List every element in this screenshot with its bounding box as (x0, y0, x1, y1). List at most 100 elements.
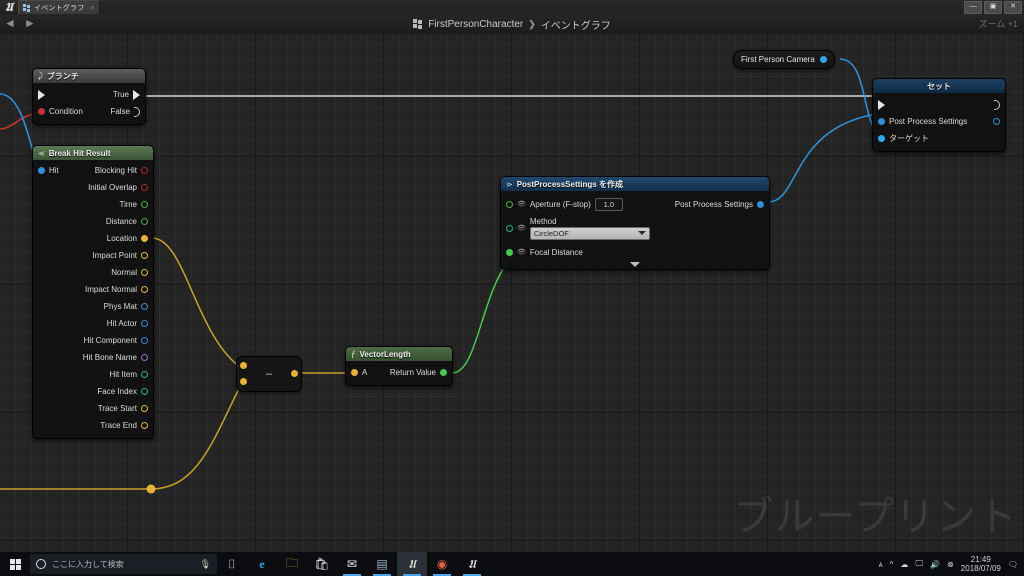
node-break-hit-result[interactable]: ⋖ Break Hit Result Hit Blocking Hit Init… (32, 145, 154, 439)
branch-true-label: True (112, 90, 129, 99)
set-target-input-pin[interactable] (878, 135, 885, 142)
eye-icon[interactable]: 👁 (517, 248, 526, 256)
edge-icon[interactable]: e (247, 552, 277, 576)
break-out-pin-5[interactable] (141, 252, 148, 259)
break-out-label-9: Hit Actor (106, 319, 137, 328)
task-view-icon[interactable]: ⌷ (217, 552, 247, 576)
node-make-post-process-settings[interactable]: ⋗ PostProcessSettings を作成 👁 Aperture (F-… (500, 176, 770, 270)
break-out-label-5: Impact Point (92, 251, 137, 260)
break-out-pin-0[interactable] (141, 167, 148, 174)
unreal-editor-icon[interactable]: 𝖀 (397, 552, 427, 576)
break-out-pin-2[interactable] (141, 201, 148, 208)
tray-icon-onedrive[interactable]: ☁ (900, 560, 908, 569)
windows-taskbar: ここに入力して検索 🎙 ⌷ e 🗀 🛍 ✉ ▤ 𝖀 ◉ 𝖀 ᴀ ^ ☁ 🖵 🔊 … (0, 552, 1024, 576)
maximize-button[interactable]: ▣ (984, 1, 1002, 14)
break-out-label-0: Blocking Hit (94, 166, 137, 175)
first-person-camera-label: First Person Camera (741, 55, 815, 64)
break-row-8: Phys Mat (33, 298, 153, 315)
node-branch[interactable]: ⤸ ブランチ True Condition False (32, 68, 146, 125)
method-dropdown[interactable]: CircleDOF (529, 226, 650, 240)
break-out-pin-3[interactable] (141, 218, 148, 225)
text-editor-icon[interactable]: ▤ (367, 552, 397, 576)
close-icon[interactable]: × (90, 5, 94, 12)
break-out-pin-10[interactable] (141, 337, 148, 344)
break-out-pin-13[interactable] (141, 388, 148, 395)
file-explorer-icon[interactable]: 🗀 (277, 552, 307, 576)
node-set[interactable]: セット Post Process Settings ターゲット (872, 78, 1006, 152)
vector-length-input-pin[interactable] (351, 369, 358, 376)
close-button[interactable]: ✕ (1004, 1, 1022, 14)
taskbar-app-icons: ⌷ e 🗀 🛍 ✉ ▤ 𝖀 ◉ 𝖀 (217, 552, 487, 576)
eye-icon[interactable]: 👁 (517, 200, 526, 208)
unreal-launcher-icon[interactable]: 𝖀 (457, 552, 487, 576)
subtract-input-b-pin[interactable] (240, 378, 247, 385)
tray-icon-people[interactable]: ᴀ (879, 560, 883, 569)
node-vector-length-header: ƒ VectorLength (346, 347, 452, 361)
microsoft-store-icon[interactable]: 🛍 (307, 552, 337, 576)
node-vector-length[interactable]: ƒ VectorLength A Return Value (345, 346, 453, 386)
focal-distance-pin[interactable] (506, 248, 513, 256)
break-out-pin-11[interactable] (141, 354, 148, 361)
break-out-pin-1[interactable] (141, 184, 148, 191)
set-exec-in-pin[interactable] (878, 99, 885, 110)
break-out-pin-15[interactable] (141, 422, 148, 429)
node-subtract[interactable]: – (236, 356, 302, 392)
microphone-icon[interactable]: 🎙 (200, 559, 211, 570)
tray-icon-security[interactable]: ⊗ (947, 560, 954, 569)
break-row-2: Time (33, 196, 153, 213)
taskbar-search-input[interactable]: ここに入力して検索 🎙 (30, 554, 217, 574)
start-button[interactable] (0, 552, 30, 576)
action-center-icon[interactable]: 🗨 (1008, 560, 1018, 569)
windows-logo-icon (9, 558, 21, 570)
expand-pins-button[interactable] (501, 261, 769, 267)
break-out-pin-12[interactable] (141, 371, 148, 378)
aperture-value-field[interactable]: 1.0 (594, 197, 623, 211)
exec-in-pin[interactable] (38, 89, 45, 100)
breadcrumb-root[interactable]: FirstPersonCharacter (428, 19, 523, 30)
node-branch-title: ブランチ (46, 71, 79, 81)
subtract-input-a-pin[interactable] (240, 362, 247, 369)
minimize-button[interactable]: — (964, 1, 982, 14)
function-icon: ƒ (351, 349, 356, 359)
node-branch-header: ⤸ ブランチ (33, 69, 145, 83)
title-tab-bar: 𝖀 イベントグラフ × — ▣ ✕ (0, 0, 1024, 15)
tray-icon-volume[interactable]: 🔊 (930, 560, 940, 569)
break-out-pin-8[interactable] (141, 303, 148, 310)
set-exec-out-pin[interactable] (994, 99, 1000, 110)
exec-out-true-pin[interactable] (133, 89, 140, 100)
break-out-label-12: Hit Item (109, 370, 137, 379)
first-person-camera-output-pin[interactable] (819, 56, 827, 63)
tab-event-graph[interactable]: イベントグラフ × (18, 0, 100, 15)
break-struct-icon: ⋖ (38, 148, 45, 158)
method-pin[interactable] (506, 224, 513, 232)
event-graph-canvas[interactable]: ブループリント ⤸ ブランチ True Condition False ⋖ Br… (0, 34, 1024, 552)
break-out-pin-6[interactable] (141, 269, 148, 276)
eye-icon[interactable]: 👁 (517, 224, 526, 232)
tray-icon-network[interactable]: 🖵 (915, 559, 923, 569)
branch-false-label: False (110, 107, 130, 116)
tray-expand-icon[interactable]: ^ (890, 560, 894, 569)
chevron-down-icon (637, 231, 646, 235)
vector-length-output-pin[interactable] (440, 369, 447, 376)
hit-input-pin[interactable] (38, 167, 45, 174)
break-out-label-8: Phys Mat (103, 302, 137, 311)
aperture-pin[interactable] (506, 200, 513, 208)
set-pps-input-pin[interactable] (878, 118, 885, 125)
exec-out-false-pin[interactable] (134, 106, 140, 117)
chrome-icon[interactable]: ◉ (427, 552, 457, 576)
break-out-pin-4[interactable] (141, 235, 148, 242)
mail-icon[interactable]: ✉ (337, 552, 367, 576)
pps-focal-row: 👁 Focal Distance (501, 243, 769, 261)
break-out-pin-14[interactable] (141, 405, 148, 412)
taskbar-clock[interactable]: 21:49 2018/07/09 (961, 555, 1001, 573)
breadcrumb-current[interactable]: イベントグラフ (541, 17, 611, 32)
condition-pin[interactable] (38, 108, 45, 115)
break-out-pin-9[interactable] (141, 320, 148, 327)
break-out-pin-7[interactable] (141, 286, 148, 293)
pps-output-pin[interactable] (757, 200, 764, 208)
subtract-output-pin[interactable] (291, 370, 298, 377)
set-pps-row: Post Process Settings (873, 113, 1005, 130)
break-row-9: Hit Actor (33, 315, 153, 332)
set-pps-output-pin[interactable] (993, 118, 1000, 125)
node-first-person-camera[interactable]: First Person Camera (733, 50, 835, 69)
